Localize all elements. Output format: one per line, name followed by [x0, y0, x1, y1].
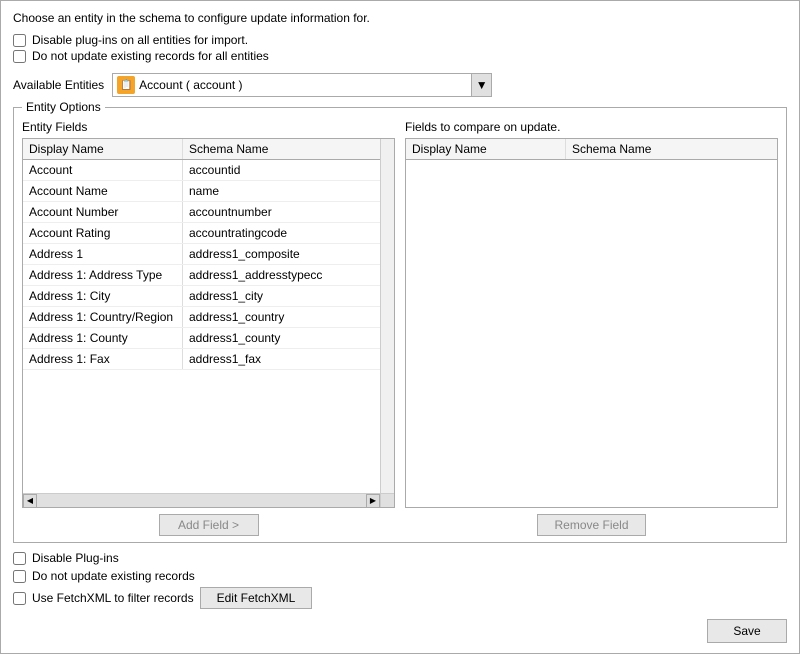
vertical-scrollbar[interactable]	[380, 139, 394, 493]
scroll-right-btn[interactable]: ▶	[366, 494, 380, 508]
entity-fields-title: Entity Fields	[22, 120, 395, 134]
footer-row: Save	[13, 619, 787, 643]
table-row[interactable]: Account Namename	[23, 181, 380, 202]
fetchxml-row: Use FetchXML to filter records Edit Fetc…	[13, 587, 787, 609]
global-no-update-checkbox[interactable]	[13, 50, 26, 63]
left-table: Display Name Schema Name Accountaccounti…	[22, 138, 395, 508]
add-field-button[interactable]: Add Field >	[159, 514, 259, 536]
right-column: Fields to compare on update. Display Nam…	[405, 120, 778, 508]
main-container: Choose an entity in the schema to config…	[0, 0, 800, 654]
columns-area: Entity Fields Display Name Schema Name A…	[22, 120, 778, 508]
table-row[interactable]: Address 1: Country/Regionaddress1_countr…	[23, 307, 380, 328]
edit-fetchxml-button[interactable]: Edit FetchXML	[200, 587, 313, 609]
right-header-schema: Schema Name	[566, 139, 777, 159]
disable-plugins-row: Disable Plug-ins	[13, 551, 787, 565]
add-remove-row: Add Field > Remove Field	[22, 514, 778, 536]
entity-options-group: Entity Options Entity Fields Display Nam…	[13, 107, 787, 543]
entity-select[interactable]: 📋 Account ( account ) ▼	[112, 73, 492, 97]
chevron-down-icon: ▼	[476, 78, 488, 92]
remove-field-button[interactable]: Remove Field	[537, 514, 645, 536]
table-row[interactable]: Address 1address1_composite	[23, 244, 380, 265]
left-table-header: Display Name Schema Name	[23, 139, 380, 160]
horizontal-scrollbar[interactable]: ◀ ▶	[23, 493, 394, 507]
entity-icon: 📋	[117, 76, 135, 94]
remove-btn-area: Remove Field	[405, 514, 778, 536]
left-header-display: Display Name	[23, 139, 183, 159]
disable-plugins-label: Disable Plug-ins	[32, 551, 119, 565]
global-no-update-row: Do not update existing records for all e…	[13, 49, 787, 63]
left-header-schema: Schema Name	[183, 139, 380, 159]
table-row[interactable]: Address 1: Address Typeaddress1_addresst…	[23, 265, 380, 286]
add-btn-area: Add Field >	[22, 514, 395, 536]
table-row[interactable]: Address 1: Cityaddress1_city	[23, 286, 380, 307]
no-update-label: Do not update existing records	[32, 569, 195, 583]
right-header-display: Display Name	[406, 139, 566, 159]
table-row[interactable]: Address 1: Faxaddress1_fax	[23, 349, 380, 370]
global-no-update-label: Do not update existing records for all e…	[32, 49, 269, 63]
entity-select-text: Account ( account )	[139, 78, 471, 92]
bottom-options: Disable Plug-ins Do not update existing …	[13, 551, 787, 609]
fetchxml-label: Use FetchXML to filter records	[32, 591, 194, 605]
fetchxml-checkbox[interactable]	[13, 592, 26, 605]
right-table-body	[406, 160, 777, 507]
group-label: Entity Options	[22, 100, 105, 114]
left-table-body: Accountaccountid Account Namename Accoun…	[23, 160, 380, 493]
right-table-header: Display Name Schema Name	[406, 139, 777, 160]
global-disable-plugins-checkbox[interactable]	[13, 34, 26, 47]
scroll-track[interactable]	[37, 494, 366, 508]
table-row[interactable]: Account Numberaccountnumber	[23, 202, 380, 223]
global-disable-plugins-row: Disable plug-ins on all entities for imp…	[13, 33, 787, 47]
dropdown-arrow[interactable]: ▼	[471, 74, 491, 96]
no-update-checkbox[interactable]	[13, 570, 26, 583]
available-entities-label: Available Entities	[13, 78, 104, 92]
table-row[interactable]: Accountaccountid	[23, 160, 380, 181]
page-description: Choose an entity in the schema to config…	[13, 11, 787, 25]
global-disable-plugins-label: Disable plug-ins on all entities for imp…	[32, 33, 248, 47]
table-row[interactable]: Account Ratingaccountratingcode	[23, 223, 380, 244]
disable-plugins-checkbox[interactable]	[13, 552, 26, 565]
fields-compare-title: Fields to compare on update.	[405, 120, 778, 134]
global-options: Disable plug-ins on all entities for imp…	[13, 33, 787, 63]
available-entities-row: Available Entities 📋 Account ( account )…	[13, 73, 787, 97]
left-column: Entity Fields Display Name Schema Name A…	[22, 120, 395, 508]
right-table: Display Name Schema Name	[405, 138, 778, 508]
no-update-row: Do not update existing records	[13, 569, 787, 583]
save-button[interactable]: Save	[707, 619, 787, 643]
scroll-left-btn[interactable]: ◀	[23, 494, 37, 508]
table-row[interactable]: Address 1: Countyaddress1_county	[23, 328, 380, 349]
